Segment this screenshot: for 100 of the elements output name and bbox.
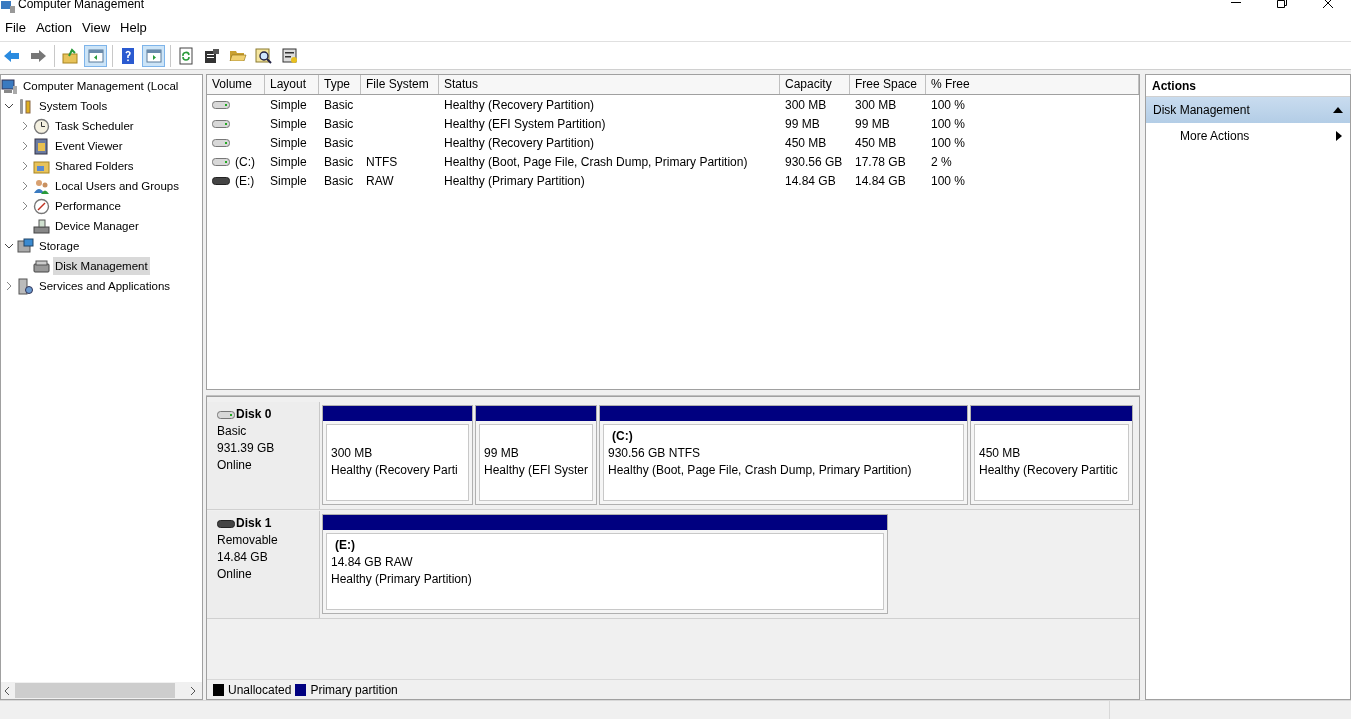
tree-item[interactable]: Services and Applications [37,277,173,295]
disk-name: Disk 0 [236,406,272,423]
action-link[interactable]: More Actions [1180,127,1250,145]
table-cell-text: 300 MB [855,96,897,114]
partition-block[interactable]: (E:) 14.84 GB RAW Healthy (Primary Partition) [322,514,888,614]
partition-block[interactable]: (C:) 930.56 GB NTFS Healthy (Boot, Page File, Crash Dump, Primary Partition) [599,405,968,505]
tools-icon [17,97,34,115]
partition-size: 14.84 GB RAW [331,554,414,571]
partition-size: 300 MB [331,445,374,462]
tree-item[interactable]: Disk Management [53,257,150,275]
partition-size: 99 MB [484,445,520,462]
table-cell-text: Healthy (Recovery Partition) [444,96,595,114]
tree-item[interactable]: Event Viewer [53,137,125,155]
chevron-right-icon[interactable] [20,121,30,131]
partition-block[interactable]: 99 MB Healthy (EFI Syster [475,405,597,505]
disk-size: 931.39 GB [217,440,276,457]
folder-up-icon [60,46,79,65]
partition-status: Healthy (Boot, Page File, Crash Dump, Primary Partition) [608,462,913,479]
chevron-right-icon[interactable] [20,141,30,151]
table-cell-text: 100 % [931,96,966,114]
table-cell-text: 99 MB [855,115,890,133]
drive-icon [217,410,235,419]
minimize-icon [1231,2,1241,4]
table-cell-text: Basic [324,172,354,190]
disk-type: Removable [217,532,279,549]
actions-section-header[interactable]: Disk Management [1146,97,1350,123]
device-icon [33,217,50,235]
table-cell-text: Simple [270,115,307,133]
app-icon [1,1,15,13]
column-header[interactable]: Layout [265,75,319,94]
column-header[interactable]: Type [319,75,361,94]
partition-block[interactable]: 450 MB Healthy (Recovery Partitic [970,405,1133,505]
table-cell-text: Simple [270,134,307,152]
menu-item[interactable]: Action [31,17,77,38]
menu-item[interactable]: File [1,17,30,38]
partition-status: Healthy (Recovery Parti [331,462,459,479]
table-cell-text: Healthy (EFI System Partition) [444,115,606,133]
tree-item[interactable]: System Tools [37,97,110,115]
scrollbar-thumb[interactable] [15,683,175,698]
disk-type: Basic [217,423,248,440]
table-cell-text: RAW [366,172,394,190]
tree-item[interactable]: Shared Folders [53,157,136,175]
window-title: Computer Management [18,0,145,11]
legend-label: Unallocated [228,681,292,699]
storage-icon [17,237,34,255]
tree-item[interactable]: Device Manager [53,217,141,235]
partition-label: (C:) [611,428,634,445]
column-header[interactable]: % Free [926,75,1139,94]
column-header[interactable]: Free Space [850,75,926,94]
disk-name: Disk 1 [236,515,272,532]
services-icon [17,277,34,295]
table-cell-text: Basic [324,153,354,171]
magnifier-icon [254,46,273,65]
table-cell-text: (C:) [235,153,255,171]
column-header[interactable]: Capacity [780,75,850,94]
restore-icon [1277,0,1287,8]
column-header[interactable]: Status [439,75,780,94]
table-cell-text: Basic [324,115,354,133]
table-cell-text: 100 % [931,134,966,152]
action-pane-icon [144,46,163,65]
drive-icon [212,100,230,109]
column-header[interactable]: Volume [207,75,265,94]
tree-item[interactable]: Task Scheduler [53,117,136,135]
partition-label: (E:) [334,537,356,554]
table-cell-text: 100 % [931,172,966,190]
settings-icon [280,46,299,65]
disk-size: 14.84 GB [217,549,269,566]
disk-status: Online [217,457,253,474]
tree-item[interactable]: Computer Management (Local [21,77,181,95]
table-cell-text: (E:) [235,172,255,190]
table-cell-text: Healthy (Boot, Page File, Crash Dump, Primary Partition) [444,153,748,171]
removable-drive-icon [212,176,230,185]
close-icon [1323,0,1333,8]
tree-item[interactable]: Storage [37,237,82,255]
table-cell-text: 450 MB [785,134,827,152]
table-cell-text: Simple [270,172,307,190]
column-header[interactable]: File System [361,75,439,94]
collapse-triangle-icon[interactable] [1333,107,1343,113]
disk-status: Online [217,566,253,583]
menu-item[interactable]: View [78,17,115,38]
partition-block[interactable]: 300 MB Healthy (Recovery Parti [322,405,473,505]
properties-icon [202,46,221,65]
drive-icon [212,157,230,166]
chevron-right-icon[interactable] [20,201,30,211]
menu-item[interactable]: Help [116,17,151,38]
chevron-down-icon[interactable] [4,101,14,111]
tree-item[interactable]: Local Users and Groups [53,177,181,195]
chevron-right-icon[interactable] [20,161,30,171]
table-cell-text: Simple [270,96,307,114]
chevron-right-icon[interactable] [20,181,30,191]
chevron-right-icon[interactable] [4,281,14,291]
clock-icon [33,117,50,135]
table-cell-text: 300 MB [785,96,827,114]
refresh-icon [176,46,195,65]
partition-status: Healthy (EFI Syster [484,462,590,479]
tree-item[interactable]: Performance [53,197,123,215]
table-cell-text: 2 % [931,153,952,171]
table-cell-text: Healthy (Recovery Partition) [444,134,595,152]
event-log-icon [33,137,50,155]
chevron-down-icon[interactable] [4,241,14,251]
